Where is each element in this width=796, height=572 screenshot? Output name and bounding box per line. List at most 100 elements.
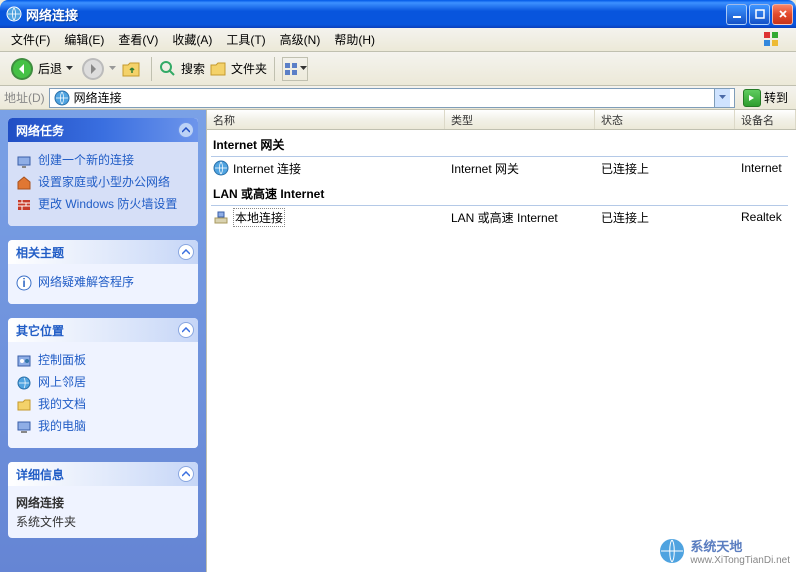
lan-icon — [213, 209, 229, 225]
panel-network-tasks: 网络任务 创建一个新的连接 设置家庭或小型办公网络 更改 Windows 防火墙… — [8, 118, 198, 226]
minimize-icon — [732, 9, 742, 19]
place-control-panel[interactable]: 控制面板 — [16, 350, 190, 372]
xp-flag-icon — [762, 30, 794, 50]
panel-head-see-also[interactable]: 相关主题 — [8, 240, 198, 264]
task-create-connection[interactable]: 创建一个新的连接 — [16, 150, 190, 172]
menu-file[interactable]: 文件(F) — [4, 28, 57, 51]
titlebar: 网络连接 — [0, 0, 796, 28]
menu-advanced[interactable]: 高级(N) — [273, 28, 328, 51]
group-header-lan: LAN 或高速 Internet — [207, 179, 796, 206]
up-button[interactable] — [120, 57, 144, 81]
menu-view[interactable]: 查看(V) — [111, 28, 165, 51]
task-label: 更改 Windows 防火墙设置 — [38, 197, 177, 213]
collapse-button[interactable] — [178, 122, 194, 138]
collapse-button[interactable] — [178, 244, 194, 260]
collapse-button[interactable] — [178, 322, 194, 338]
address-input[interactable]: 网络连接 — [49, 88, 735, 108]
watermark-url: www.XiTongTianDi.net — [690, 555, 790, 566]
chevron-up-icon — [182, 249, 190, 255]
separator — [151, 57, 152, 81]
network-icon — [6, 6, 22, 22]
chevron-down-icon — [719, 95, 726, 100]
forward-button[interactable] — [81, 57, 105, 81]
task-label: 我的电脑 — [38, 419, 86, 435]
place-network-places[interactable]: 网上邻居 — [16, 372, 190, 394]
menu-favorites[interactable]: 收藏(A) — [165, 28, 219, 51]
watermark: 系统天地 www.XiTongTianDi.net — [658, 536, 790, 566]
svg-text:i: i — [22, 276, 25, 290]
view-button[interactable] — [282, 57, 308, 81]
back-button[interactable]: 后退 — [6, 55, 77, 83]
item-status: 已连接上 — [595, 209, 735, 226]
close-button[interactable] — [772, 4, 793, 25]
go-label: 转到 — [764, 89, 788, 106]
close-icon — [778, 9, 788, 19]
collapse-button[interactable] — [178, 466, 194, 482]
task-label: 创建一个新的连接 — [38, 153, 134, 169]
network-places-icon — [16, 375, 32, 391]
task-label: 我的文档 — [38, 397, 86, 413]
panel-body: 控制面板 网上邻居 我的文档 我的电脑 — [8, 342, 198, 448]
search-button[interactable]: 搜索 — [159, 60, 205, 78]
place-my-computer[interactable]: 我的电脑 — [16, 416, 190, 438]
address-dropdown[interactable] — [714, 89, 730, 107]
connection-item-internet[interactable]: Internet 连接 Internet 网关 已连接上 Internet — [207, 157, 796, 179]
go-button[interactable]: 转到 — [739, 88, 792, 108]
watermark-icon — [658, 537, 686, 565]
task-label: 网络疑难解答程序 — [38, 275, 134, 291]
firewall-icon — [16, 197, 32, 213]
back-icon — [10, 57, 34, 81]
search-label: 搜索 — [181, 60, 205, 77]
panel-title: 其它位置 — [16, 322, 64, 339]
folders-button[interactable]: 文件夹 — [209, 60, 267, 78]
menu-tools[interactable]: 工具(T) — [219, 28, 272, 51]
task-home-network[interactable]: 设置家庭或小型办公网络 — [16, 172, 190, 194]
task-troubleshoot[interactable]: i 网络疑难解答程序 — [16, 272, 190, 294]
content: 名称 类型 状态 设备名 Internet 网关 Internet 连接 Int… — [206, 110, 796, 572]
panel-other-places: 其它位置 控制面板 网上邻居 我的文档 我的电脑 — [8, 318, 198, 448]
chevron-down-icon — [300, 66, 307, 71]
task-firewall[interactable]: 更改 Windows 防火墙设置 — [16, 194, 190, 216]
column-device[interactable]: 设备名 — [735, 110, 796, 129]
item-type: LAN 或高速 Internet — [445, 209, 595, 226]
column-header-row: 名称 类型 状态 设备名 — [207, 110, 796, 130]
main: 网络任务 创建一个新的连接 设置家庭或小型办公网络 更改 Windows 防火墙… — [0, 110, 796, 572]
column-status[interactable]: 状态 — [595, 110, 735, 129]
addressbar: 地址(D) 网络连接 转到 — [0, 86, 796, 110]
minimize-button[interactable] — [726, 4, 747, 25]
folders-label: 文件夹 — [231, 60, 267, 77]
globe-icon — [213, 160, 229, 176]
details-sub: 系统文件夹 — [16, 513, 190, 530]
place-my-documents[interactable]: 我的文档 — [16, 394, 190, 416]
chevron-up-icon — [182, 327, 190, 333]
details-body: 网络连接 系统文件夹 — [8, 486, 198, 538]
menu-help[interactable]: 帮助(H) — [327, 28, 382, 51]
folders-icon — [209, 60, 227, 78]
chevron-up-icon — [182, 127, 190, 133]
panel-head-network-tasks[interactable]: 网络任务 — [8, 118, 198, 142]
network-icon — [54, 90, 70, 106]
panel-body: 创建一个新的连接 设置家庭或小型办公网络 更改 Windows 防火墙设置 — [8, 142, 198, 226]
chevron-up-icon — [182, 471, 190, 477]
computer-icon — [16, 419, 32, 435]
address-label: 地址(D) — [4, 89, 45, 106]
watermark-text: 系统天地 — [690, 536, 790, 555]
panel-head-details[interactable]: 详细信息 — [8, 462, 198, 486]
help-icon: i — [16, 275, 32, 291]
menu-edit[interactable]: 编辑(E) — [57, 28, 111, 51]
item-device: Internet — [735, 161, 796, 175]
connection-item-local[interactable]: 本地连接 LAN 或高速 Internet 已连接上 Realtek — [207, 206, 796, 228]
menubar: 文件(F) 编辑(E) 查看(V) 收藏(A) 工具(T) 高级(N) 帮助(H… — [0, 28, 796, 52]
item-type: Internet 网关 — [445, 160, 595, 177]
panel-head-other-places[interactable]: 其它位置 — [8, 318, 198, 342]
forward-icon — [81, 57, 105, 81]
window-title: 网络连接 — [26, 5, 726, 24]
maximize-button[interactable] — [749, 4, 770, 25]
task-label: 控制面板 — [38, 353, 86, 369]
column-type[interactable]: 类型 — [445, 110, 595, 129]
column-name[interactable]: 名称 — [207, 110, 445, 129]
panel-title: 详细信息 — [16, 466, 64, 483]
panel-see-also: 相关主题 i 网络疑难解答程序 — [8, 240, 198, 304]
task-label: 网上邻居 — [38, 375, 86, 391]
control-panel-icon — [16, 353, 32, 369]
